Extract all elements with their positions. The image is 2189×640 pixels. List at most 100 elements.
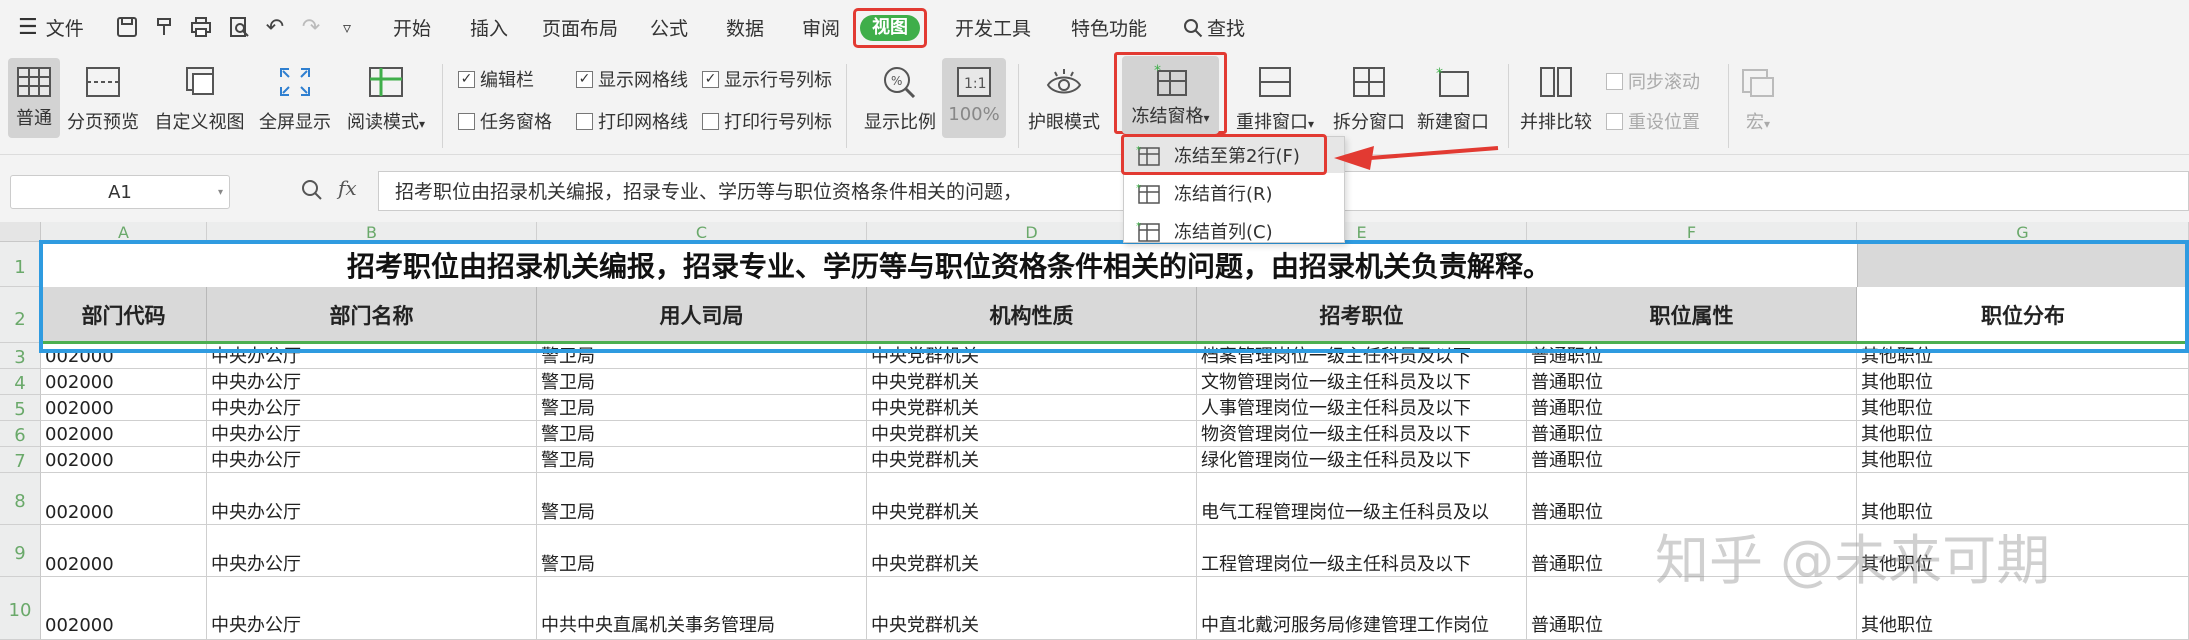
new-window-button[interactable]: * 新建窗口 (1414, 62, 1492, 134)
table-cell[interactable]: 中央办公厅 (207, 473, 537, 525)
print-preview-icon[interactable] (226, 14, 252, 40)
table-cell[interactable]: 002000 (41, 525, 207, 577)
table-cell[interactable]: 警卫局 (537, 395, 867, 421)
row-header-1[interactable]: 1 (0, 242, 41, 287)
row-header-7[interactable]: 7 (0, 447, 41, 473)
file-menu[interactable]: ☰ 文件 (18, 14, 84, 41)
table-cell[interactable]: 其他职位 (1857, 369, 2189, 395)
table-cell[interactable]: 警卫局 (537, 447, 867, 473)
col-header-g[interactable]: G (1857, 222, 2189, 242)
fx-icon[interactable]: fx (338, 176, 357, 200)
table-cell[interactable]: 中央办公厅 (207, 525, 537, 577)
table-cell[interactable]: 002000 (41, 473, 207, 525)
table-cell[interactable]: 普通职位 (1527, 447, 1857, 473)
table-cell[interactable]: 中央办公厅 (207, 447, 537, 473)
row-header-8[interactable]: 8 (0, 473, 41, 525)
table-cell[interactable]: 中央办公厅 (207, 577, 537, 640)
table-cell[interactable]: 普通职位 (1527, 369, 1857, 395)
freeze-panes-button[interactable]: * 冻结窗格▾ (1122, 56, 1219, 134)
table-cell[interactable]: 警卫局 (537, 473, 867, 525)
table-cell[interactable]: 警卫局 (537, 421, 867, 447)
redo-icon[interactable]: ↷ (298, 14, 324, 40)
print-gridlines-checkbox[interactable]: 打印网格线 (576, 108, 688, 134)
row-header-3[interactable]: 3 (0, 343, 41, 369)
table-cell[interactable]: 电气工程管理岗位一级主任科员及以 (1197, 473, 1527, 525)
table-cell[interactable]: 中央党群机关 (867, 525, 1197, 577)
table-cell[interactable]: 002000 (41, 577, 207, 640)
tab-formula[interactable]: 公式 (650, 14, 688, 41)
table-cell[interactable]: 中央办公厅 (207, 421, 537, 447)
table-cell[interactable]: 中央办公厅 (207, 395, 537, 421)
col-header-c[interactable]: C (537, 222, 867, 242)
table-cell[interactable]: 其他职位 (1857, 447, 2189, 473)
table-cell[interactable]: 物资管理岗位一级主任科员及以下 (1197, 421, 1527, 447)
print-headers-checkbox[interactable]: 打印行号列标 (702, 108, 832, 134)
name-box-dropdown-icon[interactable]: ▾ (218, 176, 223, 210)
select-all-corner[interactable] (0, 222, 41, 242)
table-cell[interactable]: 工程管理岗位一级主任科员及以下 (1197, 525, 1527, 577)
normal-view-button[interactable]: 普通 (8, 58, 60, 138)
tab-insert[interactable]: 插入 (470, 14, 508, 41)
table-cell[interactable]: 人事管理岗位一级主任科员及以下 (1197, 395, 1527, 421)
tab-page-layout[interactable]: 页面布局 (542, 14, 618, 41)
table-cell[interactable]: 其他职位 (1857, 421, 2189, 447)
table-cell[interactable]: 绿化管理岗位一级主任科员及以下 (1197, 447, 1527, 473)
zoom-100-button[interactable]: 1:1 100% (942, 58, 1006, 138)
table-cell[interactable]: 警卫局 (537, 369, 867, 395)
tab-view[interactable]: 视图 (860, 15, 920, 41)
edit-bar-checkbox[interactable]: ✓ 编辑栏 (458, 66, 534, 92)
table-cell[interactable]: 中央党群机关 (867, 447, 1197, 473)
print-icon[interactable] (188, 14, 214, 40)
show-headers-checkbox[interactable]: ✓ 显示行号列标 (702, 66, 832, 92)
table-cell[interactable]: 普通职位 (1527, 421, 1857, 447)
table-cell[interactable]: 中直北戴河服务局修建管理工作岗位 (1197, 577, 1527, 640)
tab-review[interactable]: 审阅 (802, 14, 840, 41)
tab-data[interactable]: 数据 (726, 14, 764, 41)
table-cell[interactable]: 中央党群机关 (867, 577, 1197, 640)
col-header-a[interactable]: A (41, 222, 207, 242)
zoom-ratio-button[interactable]: % 显示比例 (860, 62, 940, 134)
table-cell[interactable]: 002000 (41, 369, 207, 395)
row-header-6[interactable]: 6 (0, 421, 41, 447)
format-painter-icon[interactable] (152, 14, 178, 40)
col-header-f[interactable]: F (1527, 222, 1857, 242)
save-icon[interactable] (114, 14, 140, 40)
search-menu[interactable]: 查找 (1183, 14, 1245, 41)
table-cell[interactable]: 警卫局 (537, 525, 867, 577)
col-header-b[interactable]: B (207, 222, 537, 242)
side-by-side-button[interactable]: 并排比较 (1516, 62, 1596, 134)
custom-view-button[interactable]: 自定义视图 (152, 62, 247, 134)
table-cell[interactable]: 中央党群机关 (867, 395, 1197, 421)
show-gridlines-checkbox[interactable]: ✓ 显示网格线 (576, 66, 688, 92)
table-cell[interactable]: 中共中央直属机关事务管理局 (537, 577, 867, 640)
task-pane-checkbox[interactable]: 任务窗格 (458, 108, 552, 134)
eye-care-button[interactable]: 护眼模式 (1026, 62, 1102, 134)
fullscreen-button[interactable]: 全屏显示 (257, 62, 333, 134)
zoom-formula-icon[interactable] (300, 178, 324, 206)
row-header-9[interactable]: 9 (0, 525, 41, 577)
rearrange-window-button[interactable]: 重排窗口▾ (1232, 62, 1318, 134)
freeze-first-col-item[interactable]: * 冻结首列(C) (1124, 213, 1344, 242)
table-cell[interactable]: 普通职位 (1527, 395, 1857, 421)
reading-mode-button[interactable]: 阅读模式▾ (344, 62, 428, 134)
tab-home[interactable]: 开始 (393, 14, 431, 41)
undo-icon[interactable]: ↶ (262, 14, 288, 40)
table-cell[interactable]: 中央党群机关 (867, 473, 1197, 525)
name-box[interactable]: A1 ▾ (10, 175, 230, 209)
table-cell[interactable]: 中央党群机关 (867, 421, 1197, 447)
table-cell[interactable]: 002000 (41, 447, 207, 473)
table-cell[interactable]: 文物管理岗位一级主任科员及以下 (1197, 369, 1527, 395)
row-header-2[interactable]: 2 (0, 287, 41, 343)
table-cell[interactable]: 其他职位 (1857, 395, 2189, 421)
split-window-button[interactable]: 拆分窗口 (1330, 62, 1408, 134)
table-cell[interactable]: 中央党群机关 (867, 369, 1197, 395)
table-cell[interactable]: 002000 (41, 421, 207, 447)
row-header-10[interactable]: 10 (0, 577, 41, 640)
table-cell[interactable]: 中央办公厅 (207, 369, 537, 395)
customize-dropdown-icon[interactable]: ▿ (334, 14, 360, 40)
tab-special[interactable]: 特色功能 (1071, 14, 1147, 41)
row-header-4[interactable]: 4 (0, 369, 41, 395)
tab-developer[interactable]: 开发工具 (955, 14, 1031, 41)
table-cell[interactable]: 002000 (41, 395, 207, 421)
page-break-preview-button[interactable]: 分页预览 (67, 62, 139, 134)
